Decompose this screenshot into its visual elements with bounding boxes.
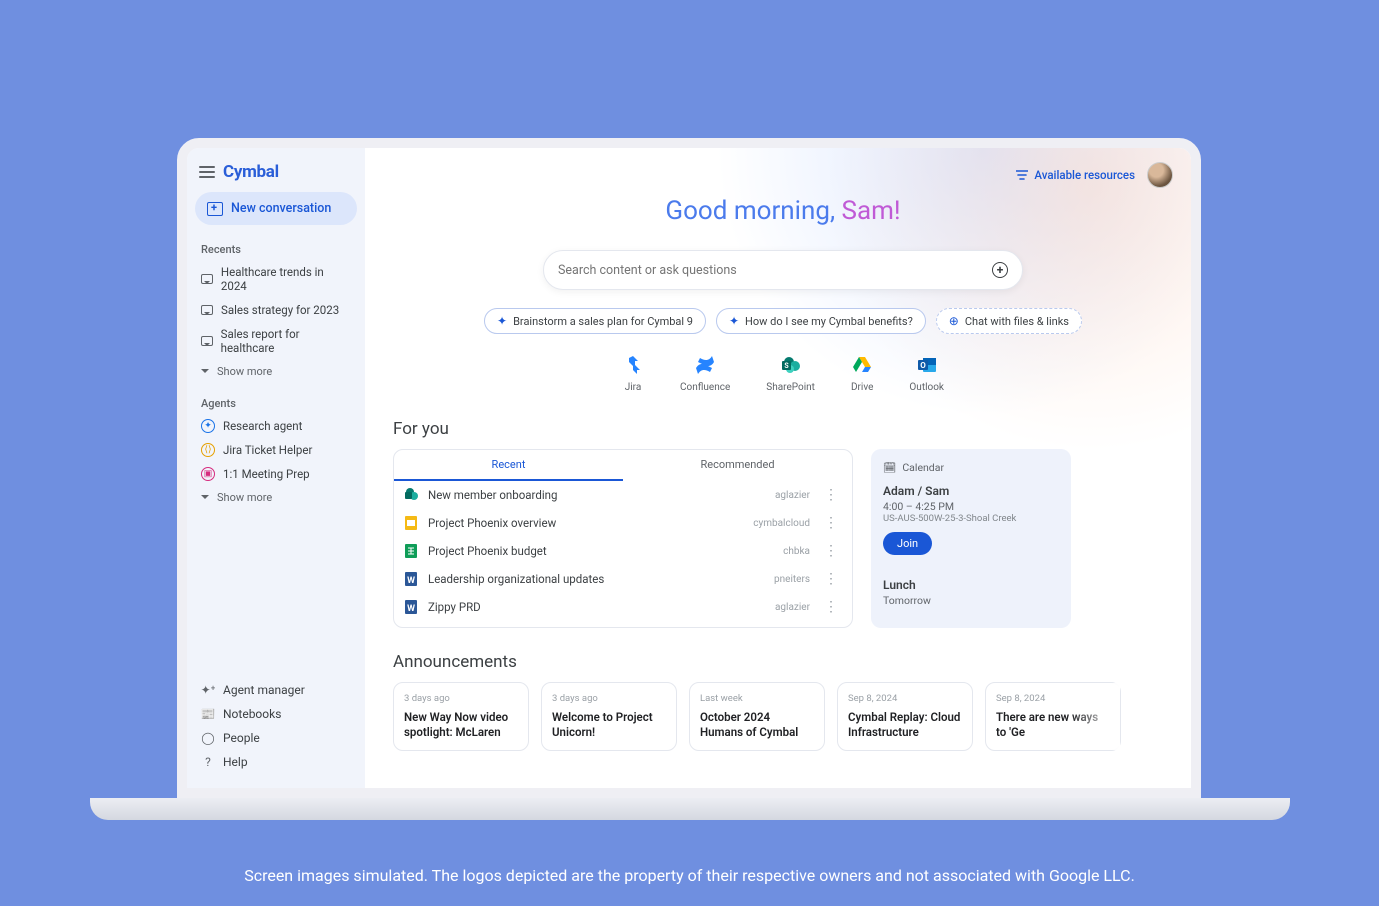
new-conversation-label: New conversation — [231, 201, 331, 216]
sparkle-icon: ✦ — [729, 314, 739, 328]
announcement-card[interactable]: Sep 8, 2024 Cymbal Replay: Cloud Infrast… — [837, 682, 973, 751]
document-row[interactable]: W Leadership organizational updates pnei… — [394, 565, 852, 593]
recent-conversation[interactable]: Sales strategy for 2023 — [193, 298, 359, 322]
menu-icon[interactable] — [199, 166, 215, 178]
agent-item[interactable]: ✦Research agent — [193, 414, 359, 438]
integration-sharepoint[interactable]: SSharePoint — [766, 354, 815, 393]
suggestion-chip-files[interactable]: ⊕Chat with files & links — [936, 308, 1082, 334]
sharepoint-icon: S — [780, 354, 802, 376]
calendar-event-time: 4:00 – 4:25 PM — [883, 500, 1059, 513]
kebab-icon[interactable]: ⋮ — [820, 518, 842, 528]
new-conversation-icon — [207, 202, 223, 216]
join-meeting-button[interactable]: Join — [883, 532, 932, 555]
kebab-icon[interactable]: ⋮ — [820, 546, 842, 556]
document-row[interactable]: Project Phoenix overview cymbalcloud ⋮ — [394, 509, 852, 537]
integration-drive[interactable]: Drive — [851, 354, 873, 393]
agents-show-more[interactable]: Show more — [193, 486, 359, 509]
confluence-icon — [694, 354, 716, 376]
add-attachment-icon[interactable]: + — [992, 262, 1008, 278]
announcement-card[interactable]: 3 days ago Welcome to Project Unicorn! — [541, 682, 677, 751]
new-conversation-button[interactable]: New conversation — [195, 192, 357, 225]
greeting-heading: Good morning, Sam! — [393, 196, 1173, 226]
recents-section-label: Recents — [193, 239, 359, 260]
chevron-down-icon — [201, 369, 209, 377]
integration-outlook[interactable]: OOutlook — [909, 354, 944, 393]
calendar-card: 🗓Calendar Adam / Sam 4:00 – 4:25 PM US-A… — [871, 449, 1071, 628]
tab-recent[interactable]: Recent — [394, 450, 623, 481]
integration-confluence[interactable]: Confluence — [680, 354, 730, 393]
disclaimer-text: Screen images simulated. The logos depic… — [0, 866, 1379, 885]
kebab-icon[interactable]: ⋮ — [820, 602, 842, 612]
available-resources-button[interactable]: Available resources — [1016, 168, 1135, 182]
integration-jira[interactable]: Jira — [622, 354, 644, 393]
sidebar-notebooks[interactable]: 📰Notebooks — [193, 702, 359, 726]
for-you-heading: For you — [393, 419, 1173, 439]
recent-conversation[interactable]: Sales report for healthcare — [193, 322, 359, 360]
suggestion-chip[interactable]: ✦How do I see my Cymbal benefits? — [716, 308, 926, 334]
search-input[interactable] — [558, 263, 992, 278]
tab-recommended[interactable]: Recommended — [623, 450, 852, 481]
sparkle-icon: ✦ — [497, 314, 507, 328]
sparkle-icon: ✦⁺ — [201, 683, 215, 697]
document-row[interactable]: Project Phoenix budget chbka ⋮ — [394, 537, 852, 565]
sidebar-people[interactable]: ◯People — [193, 726, 359, 750]
announcements-heading: Announcements — [393, 652, 1173, 672]
suggestion-chip[interactable]: ✦Brainstorm a sales plan for Cymbal 9 — [484, 308, 706, 334]
agent-item[interactable]: ▣1:1 Meeting Prep — [193, 462, 359, 486]
attachment-icon: ⊕ — [949, 314, 959, 328]
announcement-card[interactable]: 3 days ago New Way Now video spotlight: … — [393, 682, 529, 751]
chat-icon — [201, 274, 213, 284]
agent-icon: ▣ — [201, 467, 215, 481]
brand-logo: Cymbal — [223, 162, 279, 182]
agent-icon: ✦ — [201, 419, 215, 433]
calendar-event-title[interactable]: Adam / Sam — [883, 484, 1059, 498]
chat-icon — [201, 305, 213, 315]
chat-icon — [201, 336, 213, 346]
calendar-event-location: US-AUS-500W-25-3-Shoal Creek — [883, 513, 1059, 524]
sharepoint-doc-icon — [404, 487, 418, 503]
search-bar[interactable]: + — [543, 250, 1023, 290]
sidebar: Cymbal New conversation Recents Healthca… — [187, 148, 365, 788]
help-icon: ? — [201, 755, 215, 769]
agent-item[interactable]: ⟨⟩Jira Ticket Helper — [193, 438, 359, 462]
announcement-card[interactable]: Sep 8, 2024 There are new ways to 'Ge — [985, 682, 1121, 751]
laptop-base — [90, 798, 1290, 820]
word-doc-icon: W — [404, 599, 418, 615]
recent-conversation[interactable]: Healthcare trends in 2024 — [193, 260, 359, 298]
sheets-doc-icon — [404, 543, 418, 559]
agents-section-label: Agents — [193, 393, 359, 414]
user-avatar[interactable] — [1147, 162, 1173, 188]
for-you-card: Recent Recommended New member onboarding… — [393, 449, 853, 628]
person-icon: ◯ — [201, 731, 215, 745]
announcement-card[interactable]: Last week October 2024 Humans of Cymbal — [689, 682, 825, 751]
svg-text:O: O — [920, 361, 926, 370]
jira-icon — [622, 354, 644, 376]
chevron-down-icon — [201, 495, 209, 503]
document-row[interactable]: New member onboarding aglazier ⋮ — [394, 481, 852, 509]
slides-doc-icon — [404, 515, 418, 531]
kebab-icon[interactable]: ⋮ — [820, 574, 842, 584]
sidebar-agent-manager[interactable]: ✦⁺Agent manager — [193, 678, 359, 702]
agent-icon: ⟨⟩ — [201, 443, 215, 457]
filter-icon — [1016, 170, 1028, 180]
document-row[interactable]: W Zippy PRD aglazier ⋮ — [394, 593, 852, 621]
svg-text:S: S — [784, 362, 789, 370]
main-content: Available resources Good morning, Sam! +… — [365, 148, 1191, 788]
drive-icon — [851, 354, 873, 376]
sidebar-help[interactable]: ?Help — [193, 750, 359, 774]
kebab-icon[interactable]: ⋮ — [820, 490, 842, 500]
recents-show-more[interactable]: Show more — [193, 360, 359, 383]
svg-text:W: W — [407, 576, 415, 586]
calendar-event-time: Tomorrow — [883, 594, 1059, 607]
calendar-icon: 🗓 — [883, 461, 896, 474]
calendar-event-title[interactable]: Lunch — [883, 578, 1059, 592]
svg-text:W: W — [407, 604, 415, 614]
word-doc-icon: W — [404, 571, 418, 587]
notebook-icon: 📰 — [201, 707, 215, 721]
outlook-icon: O — [916, 354, 938, 376]
